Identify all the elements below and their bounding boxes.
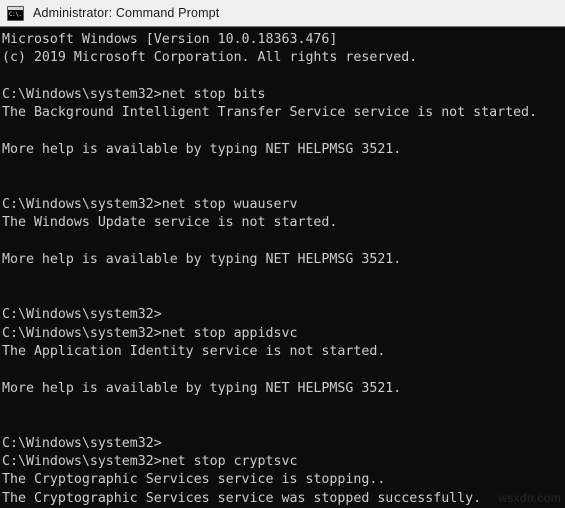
console-output-area[interactable]: Microsoft Windows [Version 10.0.18363.47…: [0, 27, 565, 508]
console-line: C:\Windows\system32>: [2, 435, 162, 451]
icon-prompt-glyph: C:\.: [9, 10, 22, 18]
console-line: The Windows Update service is not starte…: [2, 215, 338, 231]
console-line: The Cryptographic Services service is st…: [2, 472, 386, 488]
window-titlebar[interactable]: C:\. Administrator: Command Prompt: [0, 0, 565, 27]
console-line: More help is available by typing NET HEL…: [2, 252, 402, 268]
console-line: The Application Identity service is not …: [2, 343, 386, 359]
console-line: (c) 2019 Microsoft Corporation. All righ…: [2, 50, 418, 66]
command-prompt-window[interactable]: C:\. Administrator: Command Prompt Micro…: [0, 0, 565, 508]
console-line: More help is available by typing NET HEL…: [2, 142, 402, 158]
console-text-buffer: Microsoft Windows [Version 10.0.18363.47…: [2, 31, 565, 508]
console-line: Microsoft Windows [Version 10.0.18363.47…: [2, 32, 338, 47]
window-title: Administrator: Command Prompt: [33, 6, 220, 20]
console-line: The Background Intelligent Transfer Serv…: [2, 105, 538, 121]
console-line: More help is available by typing NET HEL…: [2, 380, 402, 396]
console-line: C:\Windows\system32>net stop cryptsvc: [2, 453, 298, 469]
console-line: C:\Windows\system32>net stop appidsvc: [2, 325, 298, 341]
icon-titlebar-strip: [8, 6, 23, 10]
command-prompt-icon: C:\.: [7, 5, 24, 21]
console-line: The Cryptographic Services service was s…: [2, 490, 482, 506]
console-line: C:\Windows\system32>net stop bits: [2, 87, 266, 103]
console-line: C:\Windows\system32>net stop wuauserv: [2, 197, 298, 213]
console-line: C:\Windows\system32>: [2, 307, 162, 323]
